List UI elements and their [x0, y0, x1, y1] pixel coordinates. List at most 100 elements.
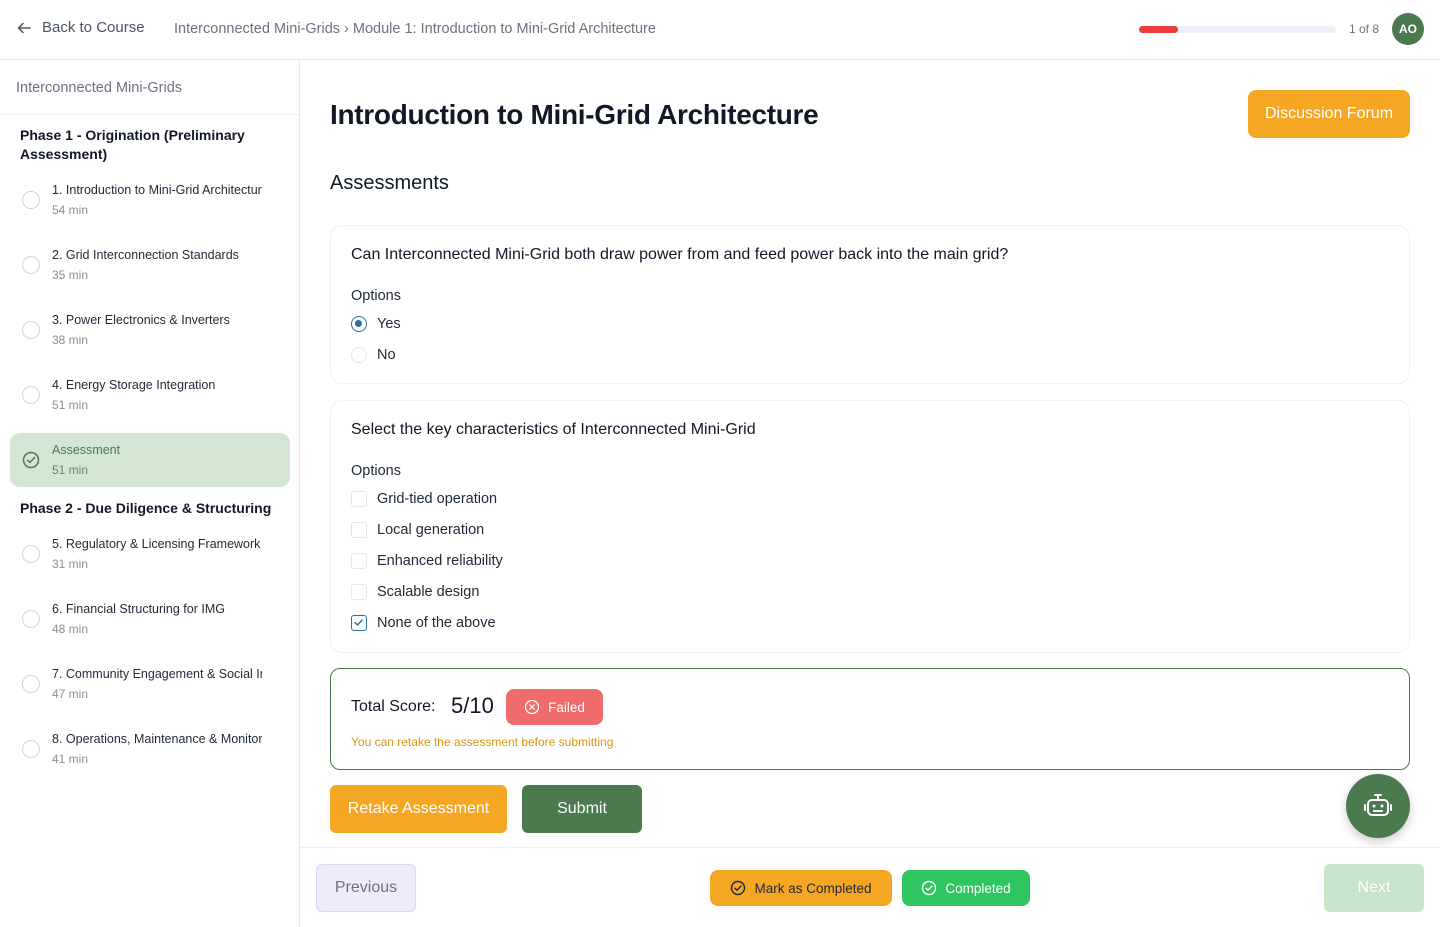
- lesson-title: 3. Power Electronics & Inverters: [52, 313, 230, 327]
- completed-label: Completed: [945, 880, 1011, 896]
- checkbox-option-local-generation[interactable]: Local generation: [351, 522, 484, 538]
- back-label: Back to Course: [42, 19, 145, 36]
- incomplete-circle-icon: [22, 256, 40, 274]
- submit-button[interactable]: Submit: [522, 785, 642, 833]
- option-label: None of the above: [377, 615, 496, 631]
- lesson-title: 8. Operations, Maintenance & Monitoring: [52, 732, 262, 746]
- lesson-footer: Previous Mark as Completed Completed Nex…: [300, 847, 1440, 927]
- checkbox-option-scalable-design[interactable]: Scalable design: [351, 584, 479, 600]
- checkbox-unchecked[interactable]: [351, 584, 367, 600]
- lesson-duration: 35 min: [52, 268, 89, 282]
- lesson-duration: 47 min: [52, 687, 89, 701]
- back-to-course-link[interactable]: Back to Course: [16, 19, 145, 36]
- page-title: Introduction to Mini-Grid Architecture: [330, 99, 819, 130]
- breadcrumb: Interconnected Mini-Grids › Module 1: In…: [174, 21, 656, 37]
- score-value: 5/10: [451, 693, 494, 718]
- page-counter: 1 of 8: [1349, 22, 1380, 36]
- lesson-title: 5. Regulatory & Licensing Framework: [52, 537, 261, 551]
- incomplete-circle-icon: [22, 386, 40, 404]
- lesson-title: 6. Financial Structuring for IMG: [52, 602, 225, 616]
- option-label: Grid-tied operation: [377, 491, 498, 507]
- next-button[interactable]: Next: [1324, 864, 1424, 912]
- incomplete-circle-icon: [22, 610, 40, 628]
- top-bar: Back to Course Interconnected Mini-Grids…: [0, 0, 1440, 60]
- main-content: Introduction to Mini-Grid Architecture D…: [300, 60, 1440, 847]
- incomplete-circle-icon: [22, 740, 40, 758]
- check-circle-icon: [922, 880, 937, 896]
- previous-button[interactable]: Previous: [316, 864, 416, 912]
- phase-2-heading: Phase 2 - Due Diligence & Structuring: [20, 500, 272, 516]
- lesson-title: 1. Introduction to Mini-Grid Architectur…: [52, 183, 262, 197]
- question-card-2: Select the key characteristics of Interc…: [330, 400, 1410, 653]
- course-sidebar: Interconnected Mini-Grids Phase 1 - Orig…: [0, 60, 300, 927]
- incomplete-circle-icon: [22, 321, 40, 339]
- sidebar-course-title: Interconnected Mini-Grids: [16, 80, 183, 96]
- sidebar-lesson-5[interactable]: 5. Regulatory & Licensing Framework 31 m…: [10, 527, 290, 581]
- course-progress-fill: [1139, 26, 1179, 33]
- section-title: Assessments: [330, 172, 449, 194]
- question-card-1: Can Interconnected Mini-Grid both draw p…: [330, 225, 1410, 384]
- lesson-title: 4. Energy Storage Integration: [52, 378, 216, 392]
- lesson-title: 7. Community Engagement & Social Impact: [52, 667, 262, 681]
- incomplete-circle-icon: [22, 191, 40, 209]
- lesson-title: Assessment: [52, 443, 121, 457]
- score-label: Total Score:: [351, 698, 436, 715]
- sidebar-lesson-3[interactable]: 3. Power Electronics & Inverters 38 min: [10, 303, 290, 357]
- checkbox-option-grid-tied[interactable]: Grid-tied operation: [351, 491, 497, 507]
- mark-label: Mark as Completed: [754, 880, 872, 896]
- option-label: Yes: [377, 316, 401, 332]
- sidebar-lesson-1[interactable]: 1. Introduction to Mini-Grid Architectur…: [10, 173, 290, 227]
- incomplete-circle-icon: [22, 675, 40, 693]
- option-label: No: [377, 347, 396, 363]
- status-badge: Failed: [506, 689, 603, 725]
- check-circle-icon: [22, 451, 40, 469]
- check-circle-icon: [731, 880, 746, 896]
- option-label: Enhanced reliability: [377, 553, 503, 569]
- lesson-duration: 41 min: [52, 752, 89, 766]
- sidebar-lesson-7[interactable]: 7. Community Engagement & Social Impact …: [10, 657, 290, 711]
- options-label: Options: [351, 463, 401, 479]
- retake-note: You can retake the assessment before sub…: [351, 735, 614, 749]
- checkmark-icon: [354, 619, 363, 626]
- question-text: Select the key characteristics of Interc…: [351, 421, 756, 438]
- user-avatar[interactable]: AO: [1392, 13, 1424, 45]
- chatbot-button[interactable]: [1346, 774, 1410, 838]
- lesson-duration: 54 min: [52, 203, 89, 217]
- radio-selected[interactable]: [351, 316, 367, 332]
- discussion-forum-button[interactable]: Discussion Forum: [1248, 90, 1410, 138]
- sidebar-lesson-4[interactable]: 4. Energy Storage Integration 51 min: [10, 368, 290, 422]
- checkbox-unchecked[interactable]: [351, 491, 367, 507]
- robot-icon: [1364, 794, 1392, 816]
- completed-button[interactable]: Completed: [902, 870, 1030, 906]
- radio-unselected[interactable]: [351, 347, 367, 363]
- radio-option-no[interactable]: No: [351, 347, 396, 363]
- checkbox-checked[interactable]: [351, 615, 367, 631]
- status-text: Failed: [548, 699, 585, 715]
- phase-1-heading: Phase 1 - Origination (Preliminary Asses…: [20, 127, 245, 162]
- sidebar-divider: [0, 114, 299, 115]
- checkbox-option-none-of-the-above[interactable]: None of the above: [351, 615, 496, 631]
- checkbox-option-enhanced-reliability[interactable]: Enhanced reliability: [351, 553, 503, 569]
- x-circle-icon: [524, 699, 540, 715]
- options-label: Options: [351, 288, 401, 304]
- lesson-duration: 48 min: [52, 622, 89, 636]
- lesson-duration: 38 min: [52, 333, 89, 347]
- total-score-card: Total Score: 5/10 Failed You can retake …: [330, 668, 1410, 770]
- lesson-duration: 51 min: [52, 398, 89, 412]
- sidebar-lesson-8[interactable]: 8. Operations, Maintenance & Monitoring …: [10, 722, 290, 776]
- sidebar-lesson-6[interactable]: 6. Financial Structuring for IMG 48 min: [10, 592, 290, 646]
- course-progress-bar: [1139, 26, 1336, 33]
- sidebar-lesson-2[interactable]: 2. Grid Interconnection Standards 35 min: [10, 238, 290, 292]
- mark-as-completed-button[interactable]: Mark as Completed: [710, 870, 892, 906]
- retake-assessment-button[interactable]: Retake Assessment: [330, 785, 507, 833]
- checkbox-unchecked[interactable]: [351, 553, 367, 569]
- lesson-duration: 31 min: [52, 557, 89, 571]
- checkbox-unchecked[interactable]: [351, 522, 367, 538]
- arrow-left-icon: [17, 22, 31, 33]
- option-label: Scalable design: [377, 584, 480, 600]
- radio-option-yes[interactable]: Yes: [351, 316, 401, 332]
- sidebar-lesson-assessment[interactable]: Assessment 51 min: [10, 433, 290, 487]
- question-text: Can Interconnected Mini-Grid both draw p…: [351, 246, 1009, 263]
- incomplete-circle-icon: [22, 545, 40, 563]
- option-label: Local generation: [377, 522, 485, 538]
